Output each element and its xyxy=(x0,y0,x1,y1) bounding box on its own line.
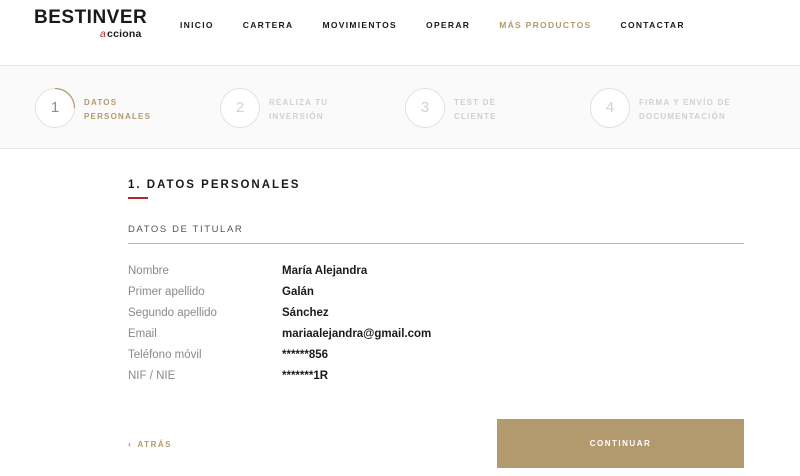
main-nav: INICIO CARTERA MOVIMIENTOS OPERAR MÁS PR… xyxy=(180,20,685,30)
step-label-line2: CLIENTE xyxy=(454,112,497,121)
detail-label: Email xyxy=(128,328,157,340)
step-number: 2 xyxy=(235,99,245,116)
detail-label: NIF / NIE xyxy=(128,370,176,382)
step-label: FIRMA Y ENVÍO DE DOCUMENTACIÓN xyxy=(639,96,749,124)
detail-label: Teléfono móvil xyxy=(128,349,202,361)
continue-button[interactable]: CONTINUAR xyxy=(497,419,744,468)
step-label: TEST DE CLIENTE xyxy=(454,96,564,124)
nav-item-movimientos[interactable]: MOVIMIENTOS xyxy=(322,20,397,30)
step-label-line1: REALIZA TU xyxy=(269,98,329,107)
detail-label: Segundo apellido xyxy=(128,307,217,319)
chevron-left-icon: ‹ xyxy=(128,439,133,449)
acciona-mark-icon: a xyxy=(100,28,107,40)
subsection-divider xyxy=(128,243,744,244)
step-label-line1: DATOS xyxy=(84,98,118,107)
detail-value: *******1R xyxy=(282,370,329,382)
back-link[interactable]: ‹ ATRÁS xyxy=(128,439,172,449)
nav-item-contactar[interactable]: CONTACTAR xyxy=(621,20,685,30)
detail-value: Sánchez xyxy=(282,307,329,319)
step-label-line1: FIRMA Y ENVÍO DE xyxy=(639,98,731,107)
acciona-wordmark: cciona xyxy=(107,28,142,40)
nav-item-operar[interactable]: OPERAR xyxy=(426,20,470,30)
step-number: 4 xyxy=(605,99,615,116)
detail-label: Primer apellido xyxy=(128,286,205,298)
step-label-line2: INVERSIÓN xyxy=(269,112,324,121)
back-label: ATRÁS xyxy=(137,440,172,449)
subsection-title: DATOS DE TITULAR xyxy=(128,224,244,235)
step-label-line1: TEST DE xyxy=(454,98,497,107)
logo-wordmark: BESTINVER xyxy=(34,7,148,28)
step-label: DATOS PERSONALES xyxy=(84,96,194,124)
nav-item-mas-productos[interactable]: MÁS PRODUCTOS xyxy=(499,20,591,30)
section-title: 1. DATOS PERSONALES xyxy=(128,179,301,191)
nav-item-inicio[interactable]: INICIO xyxy=(180,20,214,30)
section-title-underline xyxy=(128,197,148,199)
step-label: REALIZA TU INVERSIÓN xyxy=(269,96,379,124)
step-label-line2: PERSONALES xyxy=(84,112,152,121)
detail-value: mariaalejandra@gmail.com xyxy=(282,328,432,340)
nav-item-cartera[interactable]: CARTERA xyxy=(243,20,294,30)
detail-value: ******856 xyxy=(282,349,329,361)
bestinver-logo[interactable]: BESTINVER acciona xyxy=(34,7,148,41)
top-header: BESTINVER acciona INICIO CARTERA MOVIMIE… xyxy=(0,0,800,66)
logo-acciona: acciona xyxy=(100,28,142,40)
detail-value: Galán xyxy=(282,286,314,298)
detail-value: María Alejandra xyxy=(282,265,368,277)
step-number: 3 xyxy=(420,99,430,116)
step-label-line2: DOCUMENTACIÓN xyxy=(639,112,727,121)
step-number: 1 xyxy=(50,99,60,116)
progress-stepper: 1 DATOS PERSONALES 2 REALIZA TU INVERSIÓ… xyxy=(0,66,800,149)
detail-label: Nombre xyxy=(128,265,169,277)
